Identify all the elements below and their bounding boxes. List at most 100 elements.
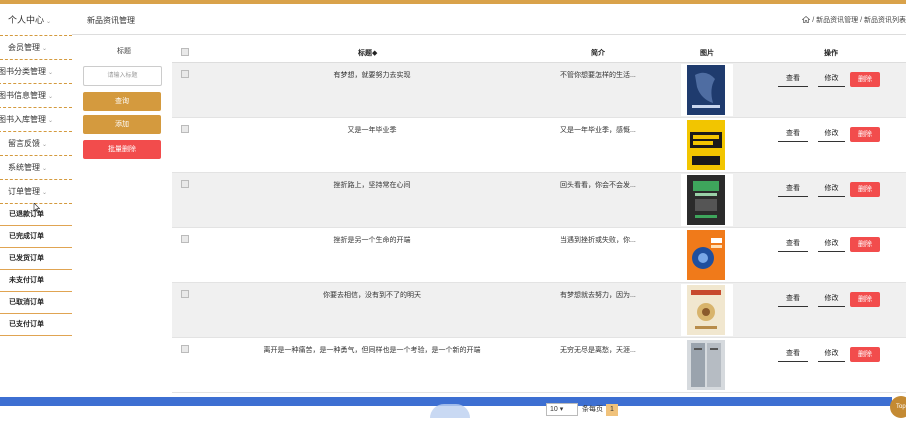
delete-button[interactable]: 删除 — [850, 127, 880, 142]
view-button[interactable]: 查看 — [778, 72, 808, 87]
row-checkbox[interactable] — [181, 125, 189, 133]
edit-button[interactable]: 修改 — [818, 237, 845, 252]
table-row: 又是一年毕业季 又是一年毕业季，感慨... 查看 修改 删除 — [172, 118, 906, 173]
column-header-actions: 操作 — [824, 50, 838, 57]
page-size-value: 10 — [550, 406, 558, 413]
breadcrumb-text[interactable]: / 新品资讯管理 / 新品资讯列表 — [810, 17, 906, 24]
sidebar-item-book-categories[interactable]: 图书分类管理 ⌄ — [0, 60, 72, 84]
delete-button[interactable]: 删除 — [850, 182, 880, 197]
row-checkbox[interactable] — [181, 345, 189, 353]
view-button[interactable]: 查看 — [778, 237, 808, 252]
chevron-down-icon: ⌄ — [42, 142, 48, 148]
row-intro: 当遇到挫折或失败，你... — [560, 237, 636, 244]
sidebar-item-label: 订单管理 — [8, 187, 40, 196]
page-size-select[interactable]: 10 ▾ — [546, 403, 578, 416]
edit-button[interactable]: 修改 — [818, 72, 845, 87]
book-cover-image — [687, 120, 725, 170]
chevron-down-icon: ⌄ — [48, 70, 54, 76]
row-intro: 无穷无尽是离愁，天涯... — [560, 347, 636, 354]
sidebar-item-label: 图书信息管理 — [0, 91, 46, 100]
edit-button[interactable]: 修改 — [818, 347, 845, 362]
book-cover-image — [687, 285, 725, 335]
sidebar-subitem-label: 未支付订单 — [9, 277, 44, 284]
row-title: 有梦想，就要努力去实现 — [333, 72, 411, 79]
sidebar-subitem-label: 已取消订单 — [9, 299, 44, 306]
row-title: 挫折是另一个生命的开端 — [333, 237, 411, 244]
column-header-title[interactable]: 标题◆ — [358, 48, 377, 58]
per-page-label: 条每页 — [582, 406, 603, 413]
view-button[interactable]: 查看 — [778, 127, 808, 142]
sidebar-item-label: 系统管理 — [8, 163, 40, 172]
scrollbar-thumb[interactable] — [430, 404, 470, 418]
title-filter-label: 标题 — [117, 48, 131, 55]
news-table: 标题◆ 简介 图片 操作 有梦想，就要努力去实现 不管你想要怎样的生活... 查… — [172, 41, 906, 393]
sidebar-item-feedback[interactable]: 留言反馈 ⌄ — [0, 132, 72, 156]
row-image — [681, 174, 733, 226]
filter-panel: 标题 请输入标题 查询 添加 批量删除 — [72, 36, 172, 396]
sidebar-item-members[interactable]: 会员管理 ⌄ — [0, 36, 72, 60]
sidebar-item-system[interactable]: 系统管理 ⌄ — [0, 156, 72, 180]
view-button[interactable]: 查看 — [778, 347, 808, 362]
content-header: 新品资讯管理 / 新品资讯管理 / 新品资讯列表 — [72, 4, 906, 35]
pagination: 10 ▾ 条每页 1 — [546, 403, 618, 416]
add-button[interactable]: 添加 — [83, 115, 161, 134]
sidebar-item-label: 留言反馈 — [8, 139, 40, 148]
row-intro: 有梦想就去努力，因为... — [560, 292, 636, 299]
sidebar-subitem-paid-orders[interactable]: 已支付订单 — [0, 314, 72, 336]
row-checkbox[interactable] — [181, 180, 189, 188]
row-intro: 回头看看，你会不会发... — [560, 182, 636, 189]
sidebar-item-orders[interactable]: 订单管理 ⌄ — [0, 180, 72, 204]
chevron-down-icon: ⌄ — [42, 190, 48, 196]
page-number-current[interactable]: 1 — [606, 404, 618, 416]
view-button[interactable]: 查看 — [778, 182, 808, 197]
sidebar-item-book-info[interactable]: 图书信息管理 ⌄ — [0, 84, 72, 108]
book-cover-image — [687, 340, 725, 390]
edit-button[interactable]: 修改 — [818, 182, 845, 197]
delete-button[interactable]: 删除 — [850, 292, 880, 307]
delete-button[interactable]: 删除 — [850, 72, 880, 87]
row-checkbox[interactable] — [181, 290, 189, 298]
chevron-down-icon: ⌄ — [42, 166, 48, 172]
view-button[interactable]: 查看 — [778, 292, 808, 307]
row-image — [681, 229, 733, 281]
delete-button[interactable]: 删除 — [850, 347, 880, 362]
select-all-checkbox[interactable] — [181, 48, 189, 56]
back-to-top-button[interactable]: Top — [890, 396, 906, 418]
row-checkbox[interactable] — [181, 70, 189, 78]
table-row: 你要去相信，没有到不了的明天 有梦想就去努力，因为... 查看 修改 删除 — [172, 283, 906, 338]
row-title: 你要去相信，没有到不了的明天 — [323, 292, 421, 299]
title-search-input[interactable]: 请输入标题 — [83, 66, 162, 86]
pointer-cursor-icon — [33, 203, 40, 213]
sidebar-subitem-unpaid-orders[interactable]: 未支付订单 — [0, 270, 72, 292]
edit-button[interactable]: 修改 — [818, 292, 845, 307]
bulk-delete-button[interactable]: 批量删除 — [83, 140, 161, 159]
query-button[interactable]: 查询 — [83, 92, 161, 111]
column-header-intro: 简介 — [591, 50, 605, 57]
chevron-down-icon: ⌄ — [46, 19, 52, 25]
chevron-down-icon: ⌄ — [42, 46, 48, 52]
sidebar-item-label: 个人中心 — [8, 15, 45, 25]
row-title: 离开是一种痛苦，是一种勇气，但同样也是一个考验，是一个新的开端 — [263, 347, 481, 354]
book-cover-image — [687, 65, 725, 115]
column-header-image: 图片 — [700, 50, 714, 57]
sidebar-subitem-label: 已发货订单 — [9, 255, 44, 262]
sidebar-subitem-cancelled-orders[interactable]: 已取消订单 — [0, 292, 72, 314]
table-row: 有梦想，就要努力去实现 不管你想要怎样的生活... 查看 修改 删除 — [172, 63, 906, 118]
table-row: 离开是一种痛苦，是一种勇气，但同样也是一个考验，是一个新的开端 无穷无尽是离愁，… — [172, 338, 906, 393]
book-cover-image — [687, 175, 725, 225]
row-title: 挫折路上，坚持常在心间 — [333, 182, 411, 189]
delete-button[interactable]: 删除 — [850, 237, 880, 252]
row-image — [681, 284, 733, 336]
row-image — [681, 339, 733, 391]
sidebar-item-personal-center[interactable]: 个人中心 ⌄ — [0, 4, 72, 36]
row-checkbox[interactable] — [181, 235, 189, 243]
row-intro: 不管你想要怎样的生活... — [560, 72, 636, 79]
sidebar-subitem-shipped-orders[interactable]: 已发货订单 — [0, 248, 72, 270]
edit-button[interactable]: 修改 — [818, 127, 845, 142]
sidebar-subitem-label: 已完成订单 — [9, 233, 44, 240]
table-row: 挫折是另一个生命的开端 当遇到挫折或失败，你... 查看 修改 删除 — [172, 228, 906, 283]
table-header: 标题◆ 简介 图片 操作 — [172, 41, 906, 63]
sidebar-item-book-stock-in[interactable]: 图书入库管理 ⌄ — [0, 108, 72, 132]
row-title: 又是一年毕业季 — [347, 127, 397, 134]
sidebar-subitem-completed-orders[interactable]: 已完成订单 — [0, 226, 72, 248]
